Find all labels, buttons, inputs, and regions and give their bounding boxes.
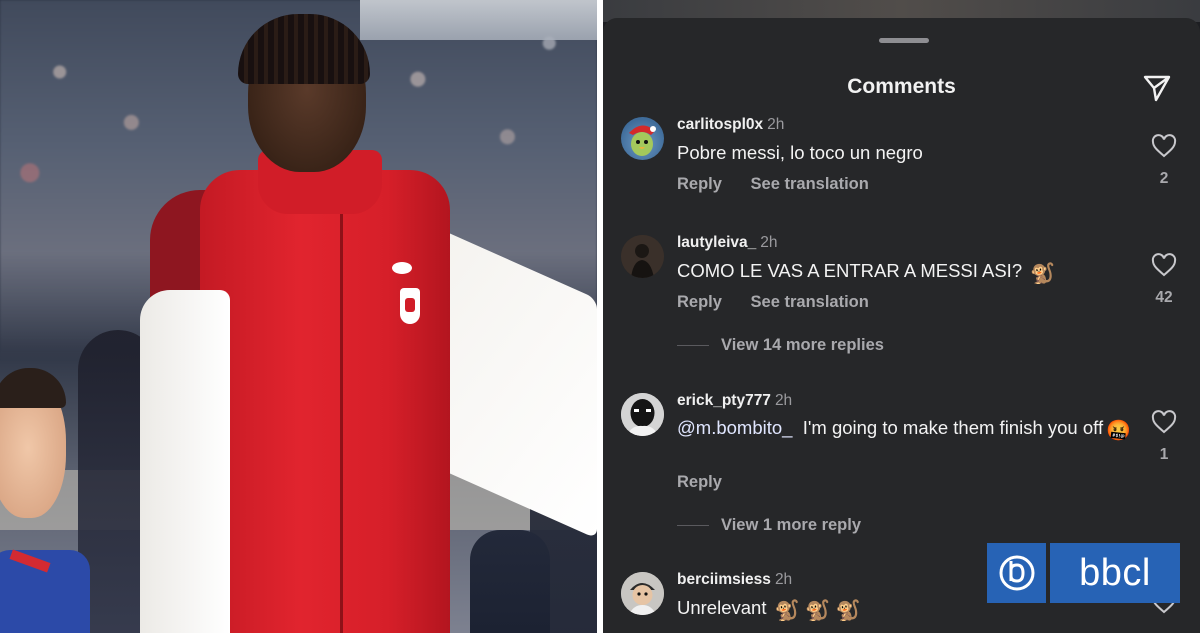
jacket-zip <box>340 200 343 633</box>
bbcl-logo-icon <box>987 543 1046 603</box>
view-more-replies-button[interactable]: View 14 more replies <box>677 336 884 355</box>
see-translation-button[interactable]: See translation <box>751 293 869 311</box>
mention-link[interactable]: @m.bombito_ <box>677 417 792 438</box>
view-more-replies-button[interactable]: View 1 more reply <box>677 516 861 535</box>
child-hair <box>0 368 66 408</box>
player-photo <box>0 0 597 633</box>
red-jacket <box>200 170 450 633</box>
monkey-emoji: 🐒 <box>1030 263 1056 285</box>
parrot-avatar-icon <box>629 125 656 156</box>
cartoon-avatar-icon <box>621 572 664 615</box>
like-count: 42 <box>1155 289 1173 306</box>
reply-button[interactable]: Reply <box>677 293 722 311</box>
sheet-title: Comments <box>847 75 956 98</box>
comment-actions: Reply See translation <box>677 175 893 194</box>
avatar[interactable] <box>621 235 664 278</box>
replies-divider <box>677 345 709 347</box>
comment-text: @m.bombito_ I'm going to make them finis… <box>677 416 1137 441</box>
comment-username[interactable]: erick_pty777 2h <box>677 392 792 410</box>
comment-body: I'm going to make them finish you off <box>802 417 1104 438</box>
more-replies-label[interactable]: View 14 more replies <box>721 336 884 354</box>
heart-icon[interactable] <box>1151 410 1177 434</box>
like-count: 1 <box>1159 446 1169 463</box>
heart-icon[interactable] <box>1151 253 1177 277</box>
bbcl-logo-text: bbcl <box>1050 543 1180 603</box>
comment-time: 2h <box>774 392 793 409</box>
jacket-left-sleeve <box>140 290 230 633</box>
reply-button[interactable]: Reply <box>677 473 722 491</box>
replies-divider <box>677 525 709 527</box>
comment-body: Unrelevant <box>677 597 767 618</box>
sheet-grabber[interactable] <box>879 38 929 43</box>
username-text[interactable]: carlitospl0x <box>677 116 763 133</box>
comment-actions: Reply See translation <box>677 293 893 312</box>
like-control: 1 <box>1146 410 1182 464</box>
comment-actions: Reply <box>677 473 746 492</box>
avatar[interactable] <box>621 572 664 615</box>
username-text[interactable]: lautyleiva_ <box>677 234 756 251</box>
avatar[interactable] <box>621 117 664 160</box>
bbcl-mark-icon <box>999 555 1034 591</box>
like-count: 2 <box>1159 170 1169 187</box>
comment-text: COMO LE VAS A ENTRAR A MESSI ASI? 🐒 <box>677 259 1137 284</box>
comment-username[interactable]: lautyleiva_ 2h <box>677 234 778 252</box>
more-replies-label[interactable]: View 1 more reply <box>721 516 861 534</box>
person-avatar-icon <box>621 235 664 278</box>
comment-time: 2h <box>767 116 785 133</box>
see-translation-button[interactable]: See translation <box>751 175 869 193</box>
swoosh-logo <box>392 262 412 274</box>
username-text[interactable]: berciimsiess <box>677 571 771 588</box>
stadium-roof <box>360 0 597 40</box>
comment-time: 2h <box>760 234 778 251</box>
avatar[interactable] <box>621 393 664 436</box>
reply-button[interactable]: Reply <box>677 175 722 193</box>
heart-icon[interactable] <box>1151 134 1177 158</box>
comments-sheet <box>603 18 1200 633</box>
username-text[interactable]: erick_pty777 <box>677 392 771 409</box>
comment-time: 2h <box>774 571 793 588</box>
angry-face-emoji: 🤬 <box>1106 420 1131 442</box>
comment-body: Pobre messi, lo toco un negro <box>677 142 923 163</box>
background-person <box>470 530 550 633</box>
monkey-emojis: 🐒 🐒 🐒 <box>774 600 861 622</box>
send-icon[interactable] <box>1141 72 1173 104</box>
comment-username[interactable]: berciimsiess 2h <box>677 571 792 589</box>
like-control: 42 <box>1146 253 1182 307</box>
comment-text: Pobre messi, lo toco un negro <box>677 141 1137 164</box>
like-control: 2 <box>1146 134 1182 188</box>
comments-screenshot: Comments carlitospl0x 2h Pobre messi, lo … <box>603 0 1200 633</box>
team-crest <box>400 288 420 324</box>
comment-username[interactable]: carlitospl0x 2h <box>677 116 784 134</box>
masked-face-avatar-icon <box>621 393 664 436</box>
comment-body: COMO LE VAS A ENTRAR A MESSI ASI? <box>677 260 1023 281</box>
